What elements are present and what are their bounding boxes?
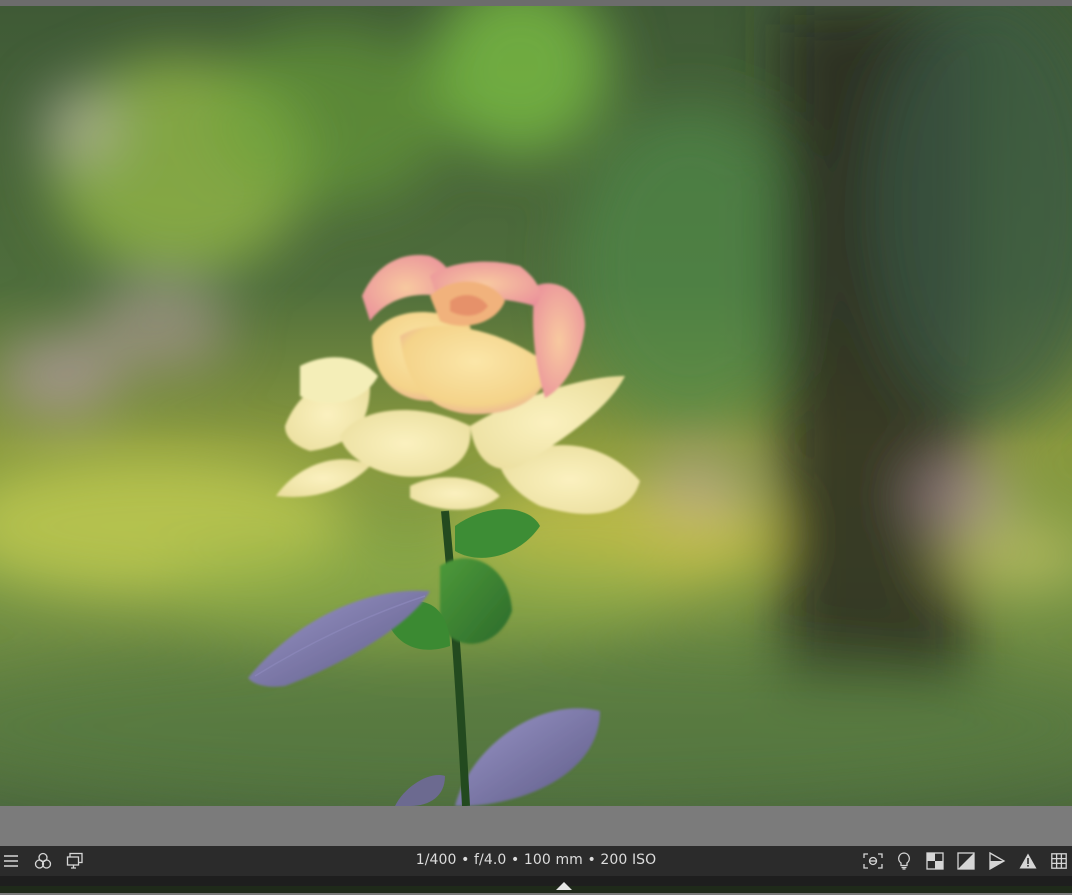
bottom-toolbar: 1/400 • f/4.0 • 100 mm • 200 ISO (0, 846, 1072, 876)
photo-canvas[interactable] (0, 6, 1072, 806)
warning-icon[interactable] (1017, 851, 1039, 871)
gamut-check-icon[interactable] (955, 851, 977, 871)
rose-photo (0, 6, 1072, 806)
canvas-padding (0, 806, 1072, 846)
filmstrip-bar (0, 876, 1072, 893)
lightbulb-icon[interactable] (893, 851, 915, 871)
clipping-icon[interactable] (986, 851, 1008, 871)
filmstrip-edge (0, 886, 1072, 893)
softproof-icon[interactable] (924, 851, 946, 871)
focus-peaking-icon[interactable] (862, 851, 884, 871)
filmstrip-toggle-arrow-icon[interactable] (554, 876, 574, 890)
grid-icon[interactable] (1048, 851, 1070, 871)
